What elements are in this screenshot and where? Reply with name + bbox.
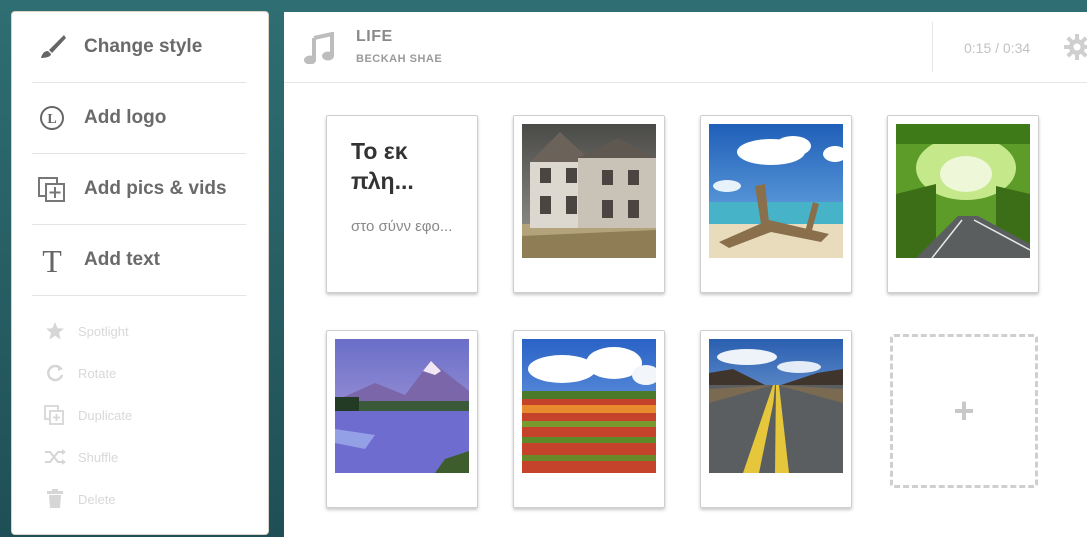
delete-label: Delete <box>78 491 116 507</box>
shuffle-action[interactable]: Shuffle <box>42 446 118 468</box>
duplicate-action[interactable]: Duplicate <box>42 404 132 426</box>
spotlight-label: Spotlight <box>78 323 129 339</box>
rotate-label: Rotate <box>78 365 117 381</box>
add-logo-label: Add logo <box>84 107 167 128</box>
text-slide-card[interactable]: Το εκ πλη... στο σύνν εφο... <box>326 115 478 293</box>
gear-icon[interactable] <box>1064 34 1087 65</box>
text-slide-subtitle: στο σύνν εφο... <box>351 218 453 235</box>
photo-card-open-road[interactable] <box>700 330 852 508</box>
logo-icon: L <box>36 102 68 134</box>
add-pics-button[interactable]: Add pics & vids <box>32 154 246 225</box>
photo-card-mountain-lake[interactable] <box>326 330 478 508</box>
svg-text:L: L <box>47 112 56 127</box>
add-logo-button[interactable]: L Add logo <box>32 83 246 154</box>
music-note-icon[interactable] <box>304 31 334 69</box>
add-text-label: Add text <box>84 249 160 270</box>
playback-time: 0:15 / 0:34 <box>964 40 1031 56</box>
plus-icon: + <box>953 390 975 431</box>
mountain-lake-photo <box>335 339 469 473</box>
duplicate-label: Duplicate <box>78 407 133 423</box>
photo-card-driftwood-beach[interactable] <box>700 115 852 293</box>
music-bar: LIFE BECKAH SHAE 0:15 / 0:34 <box>284 12 1087 83</box>
open-road-photo <box>709 339 843 473</box>
song-artist: BECKAH SHAE <box>356 53 443 65</box>
divider <box>932 22 933 72</box>
driftwood-beach-photo <box>709 124 843 258</box>
forest-road-photo <box>896 124 1030 258</box>
text-icon: T <box>36 244 68 276</box>
add-pics-icon <box>36 173 68 205</box>
delete-action[interactable]: Delete <box>42 488 116 510</box>
song-title[interactable]: LIFE <box>356 28 393 46</box>
svg-text:T: T <box>42 245 62 275</box>
shuffle-label: Shuffle <box>78 449 119 465</box>
trash-icon <box>42 488 68 510</box>
rotate-action[interactable]: Rotate <box>42 362 116 384</box>
photo-card-old-house[interactable] <box>513 115 665 293</box>
spotlight-action[interactable]: Spotlight <box>42 320 129 342</box>
duplicate-icon <box>42 404 68 426</box>
change-style-button[interactable]: Change style <box>32 12 246 83</box>
tulip-field-photo <box>522 339 656 473</box>
change-style-label: Change style <box>84 36 203 57</box>
text-slide-title: Το εκ πλη... <box>351 138 414 194</box>
photo-card-tulip-field[interactable] <box>513 330 665 508</box>
star-icon <box>42 320 68 342</box>
shuffle-icon <box>42 446 68 468</box>
paintbrush-icon <box>36 31 68 63</box>
add-pics-label: Add pics & vids <box>84 178 227 199</box>
old-house-photo <box>522 124 656 258</box>
main-panel: LIFE BECKAH SHAE 0:15 / 0:34 Το εκ πλη..… <box>284 12 1087 537</box>
add-text-button[interactable]: T Add text <box>32 225 246 296</box>
photo-card-forest-road[interactable] <box>887 115 1039 293</box>
add-slide-tile[interactable]: + <box>890 334 1038 488</box>
sidebar: Change style L Add logo Add pics & vids … <box>12 12 268 534</box>
rotate-icon <box>42 362 68 384</box>
